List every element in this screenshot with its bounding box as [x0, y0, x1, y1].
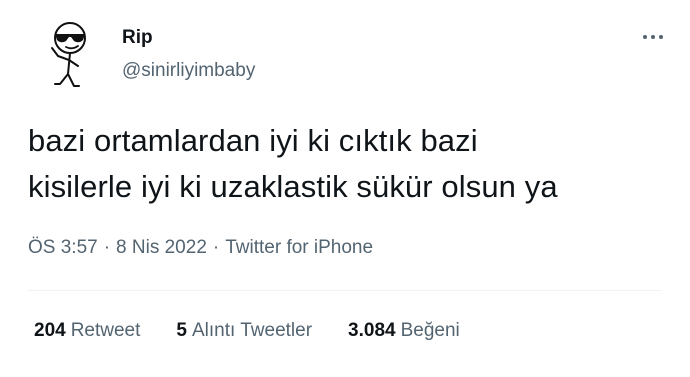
tweet-stats: 204 Retweet 5 Alıntı Tweetler 3.084 Beğeni: [34, 319, 460, 343]
tweet-date[interactable]: 8 Nis 2022: [116, 237, 207, 258]
quotes-count: 5: [176, 320, 187, 341]
stick-figure-sunglasses-icon: [51, 22, 86, 87]
tweet-source[interactable]: Twitter for iPhone: [225, 237, 373, 258]
likes-stat[interactable]: 3.084 Beğeni: [348, 319, 460, 343]
retweets-count: 204: [34, 320, 66, 341]
likes-label: Beğeni: [400, 320, 460, 341]
tweet-meta: ÖS 3:57 · 8 Nis 2022 · Twitter for iPhone: [28, 236, 373, 260]
retweets-stat[interactable]: 204 Retweet: [34, 319, 140, 343]
quotes-stat[interactable]: 5 Alıntı Tweetler: [176, 319, 312, 343]
more-dot-icon: [659, 35, 663, 39]
tweet-card: Rip @sinirliyimbaby bazi ortamlardan iyi…: [0, 0, 690, 377]
quotes-label: Alıntı Tweetler: [191, 320, 313, 341]
likes-count: 3.084: [348, 320, 396, 341]
author-handle[interactable]: @sinirliyimbaby: [122, 60, 255, 82]
author-display-name[interactable]: Rip: [122, 27, 153, 49]
tweet-text: bazi ortamlardan iyi ki cıktık bazi kisi…: [28, 123, 558, 204]
meta-separator: ·: [212, 237, 220, 258]
avatar[interactable]: [28, 18, 104, 94]
meta-separator: ·: [103, 237, 111, 258]
more-dot-icon: [643, 35, 647, 39]
more-options-button[interactable]: [636, 22, 670, 52]
more-dot-icon: [651, 35, 655, 39]
tweet-time[interactable]: ÖS 3:57: [28, 237, 98, 258]
retweets-label: Retweet: [70, 320, 141, 341]
divider: [28, 290, 662, 291]
